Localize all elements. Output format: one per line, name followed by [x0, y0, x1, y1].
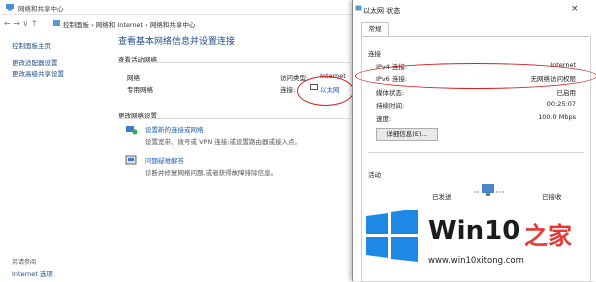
close-icon[interactable]: ×	[571, 4, 579, 14]
sidebar-item-adapter[interactable]: 更改适配器设置	[12, 58, 102, 69]
divider	[368, 152, 584, 153]
brand-main: Win10	[428, 216, 521, 246]
brand-suffix: 之家	[524, 222, 572, 250]
tab-general[interactable]: 常规	[361, 22, 389, 36]
media-state-label: 媒体状态:	[376, 89, 405, 97]
speed-value: 100.0 Mbps	[538, 113, 576, 121]
brand-url: www.win10xitong.com	[428, 256, 524, 266]
troubleshoot-link[interactable]: 问题疑难解答	[145, 155, 184, 165]
window-title: 网络和共享中心	[18, 5, 64, 13]
page-title: 查看基本网络信息并设置连接	[118, 37, 236, 47]
setup-connection-link[interactable]: 设置新的连接或网络	[145, 124, 204, 134]
ethernet-icon	[355, 5, 362, 11]
duration-value: 00:25:07	[546, 100, 576, 108]
see-also-heading: 另请参阅	[12, 259, 37, 266]
breadcrumb[interactable]: 控制面板 › 网络和 Internet › 网络和共享中心	[63, 19, 195, 29]
setup-connection-desc: 设置宽带、拨号或 VPN 连接;或设置路由器或接入点。	[145, 138, 302, 146]
watermark: Win10 之家 www.win10xitong.com	[358, 196, 596, 281]
dialog-title: 以太网 状态	[363, 7, 401, 15]
divider	[118, 118, 350, 119]
control-panel-icon	[53, 20, 60, 26]
troubleshoot-desc: 诊断并修复网络问题,或者获得故障排除信息。	[145, 169, 278, 177]
annotation-oval	[355, 63, 596, 89]
troubleshoot-icon	[125, 155, 137, 165]
activity-heading: 活动	[368, 171, 381, 179]
tab-strip: 常规	[361, 22, 589, 37]
network-name: 网络	[127, 74, 140, 82]
internet-options-link[interactable]: Internet 选项	[12, 268, 53, 278]
sidebar: 控制面板主页 更改适配器设置 更改高级共享设置	[12, 41, 102, 80]
duration-label: 持续时间:	[376, 102, 405, 110]
speed-label: 速度:	[376, 115, 392, 123]
connection-heading: 连接	[368, 50, 381, 58]
windows-logo-icon	[366, 210, 418, 262]
connections-label: 连接:	[280, 86, 296, 94]
sidebar-item-home[interactable]: 控制面板主页	[12, 41, 102, 52]
divider	[118, 62, 350, 63]
network-type: 专用网络	[127, 86, 153, 94]
sidebar-item-sharing[interactable]: 更改高级共享设置	[12, 69, 102, 80]
network-icon	[6, 4, 14, 11]
details-button[interactable]: 详细信息(E)...	[376, 128, 438, 141]
address-bar: ← → ∨ ↑ 控制面板 › 网络和 Internet › 网络和共享中心	[0, 14, 360, 32]
nav-buttons[interactable]: ← → ∨ ↑	[4, 19, 38, 28]
annotation-circle	[297, 76, 354, 106]
new-connection-icon	[126, 126, 138, 135]
